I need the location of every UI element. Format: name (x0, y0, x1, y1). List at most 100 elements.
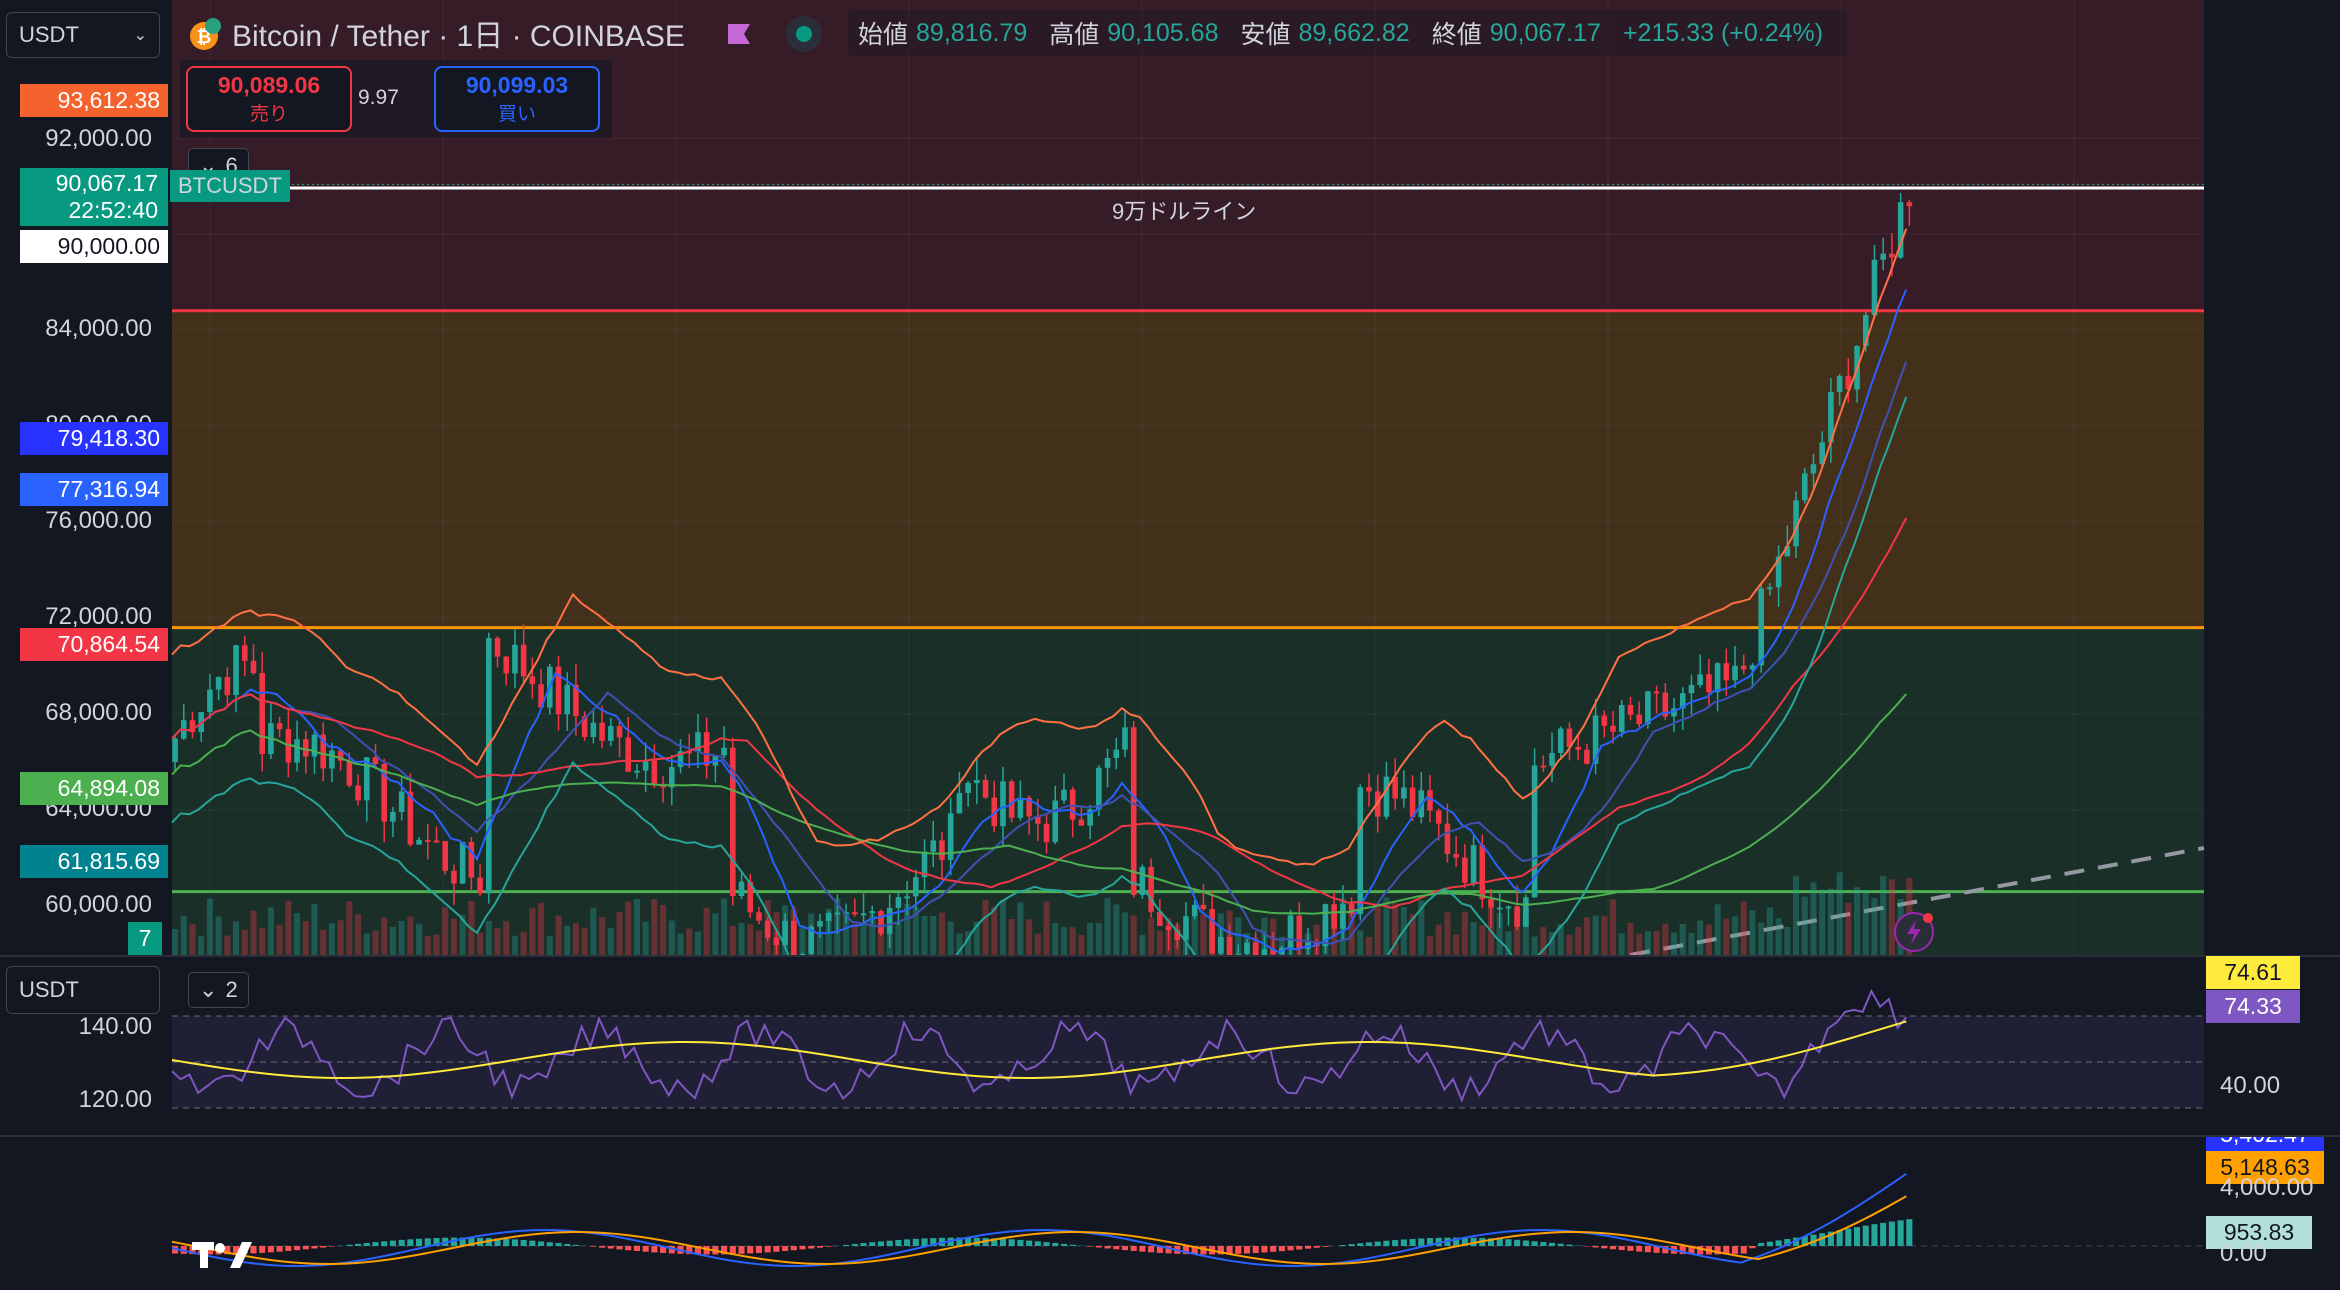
volume-bar (1792, 875, 1800, 955)
macd-histogram-bar (1008, 1239, 1015, 1246)
macd-histogram-bar (1618, 1246, 1625, 1251)
symbol-tag: BTCUSDT (170, 170, 290, 202)
macd-histogram-bar (808, 1246, 815, 1249)
volume-bar (599, 917, 606, 955)
volume-bar (1862, 890, 1869, 955)
candle-body (1008, 781, 1015, 818)
volume-bar (337, 920, 344, 955)
volume-bar (198, 936, 205, 955)
volume-bar (755, 930, 763, 955)
macd-histogram-bar (389, 1240, 396, 1246)
macd-histogram-bar (1365, 1242, 1373, 1246)
sell-button[interactable]: 90,089.06 売り (186, 66, 352, 132)
macd-histogram-bar (1827, 1231, 1834, 1246)
rsi-symbol-select[interactable]: USDT (6, 966, 160, 1014)
candle-body (1618, 704, 1625, 732)
buy-button[interactable]: 90,099.03 買い (434, 66, 600, 132)
macd-histogram-bar (1113, 1246, 1120, 1250)
candle-body (1706, 674, 1712, 693)
candle-body (1627, 704, 1634, 715)
macd-histogram-bar (677, 1246, 684, 1254)
candle-body (207, 689, 213, 713)
market-status-icon[interactable] (786, 16, 822, 52)
candle-body (799, 954, 806, 955)
rsi-indicators-collapse-button[interactable]: ⌄ 2 (188, 972, 249, 1008)
volume-bar (1121, 912, 1129, 955)
macd-histogram-bar (1688, 1246, 1695, 1255)
macd-histogram-bar (572, 1244, 579, 1246)
macd-histogram-bar (860, 1243, 867, 1246)
macd-histogram-bar (607, 1246, 614, 1249)
candle-body (1758, 588, 1764, 666)
candle-body (1366, 787, 1372, 792)
macd-histogram-bar (1217, 1246, 1224, 1255)
macd-histogram-bar (686, 1246, 693, 1255)
macd-histogram-bar (1592, 1246, 1599, 1248)
volume-bar (1444, 912, 1451, 955)
price-tag-orange-top: 93,612.38 (20, 84, 168, 117)
macd-histogram-bar (1853, 1227, 1861, 1246)
volume-bar (1636, 933, 1643, 955)
flag-icon[interactable] (724, 20, 756, 48)
lightning-icon[interactable] (1892, 910, 1936, 954)
macd-histogram-bar (1906, 1219, 1913, 1246)
candle-body (1549, 752, 1555, 766)
volume-bar (311, 903, 318, 955)
volume-bar (503, 921, 510, 955)
volume-bar (259, 927, 266, 955)
volume-bar (433, 934, 440, 955)
macd-histogram-bar (276, 1246, 283, 1252)
candle-body (1052, 800, 1059, 843)
volume-bar (328, 923, 335, 955)
macd-histogram-bar (633, 1246, 640, 1252)
candle-body (398, 791, 405, 813)
macd-histogram-bar (372, 1242, 379, 1246)
volume-bar (1644, 931, 1651, 955)
macd-histogram-bar (355, 1243, 362, 1246)
macd-histogram-bar (1819, 1233, 1826, 1246)
candle-body (1601, 715, 1608, 726)
macd-histogram-bar (921, 1238, 928, 1246)
symbol-currency-select[interactable]: USDT ⌄ (6, 12, 160, 58)
candle-body (608, 726, 614, 741)
candle-body (1340, 903, 1346, 929)
macd-histogram-bar (1496, 1238, 1503, 1246)
volume-bar (677, 933, 684, 955)
macd-histogram-bar (320, 1246, 327, 1248)
candle-body (860, 913, 867, 916)
macd-histogram-bar (546, 1242, 553, 1246)
macd-histogram-bar (494, 1238, 501, 1246)
macd-histogram-bar (755, 1246, 763, 1253)
volume-bar (1836, 872, 1843, 955)
volume-bar (302, 921, 309, 955)
macd-histogram-bar (267, 1246, 274, 1253)
candle-body (346, 760, 353, 786)
volume-bar (747, 924, 754, 955)
candle-body (616, 726, 623, 738)
volume-bar (1880, 875, 1887, 955)
macd-histogram-bar (1383, 1240, 1390, 1246)
macd-tag-partial: 5,402.47 (2206, 1137, 2324, 1151)
macd-histogram-bar (1278, 1246, 1285, 1252)
volume-bar (982, 900, 989, 955)
volume-bar (1583, 917, 1590, 955)
macd-histogram-bar (1662, 1246, 1669, 1254)
macd-histogram-bar (311, 1246, 318, 1249)
candle-body (1688, 684, 1695, 694)
macd-histogram-bar (1435, 1237, 1442, 1246)
candle-body (276, 723, 283, 730)
macd-histogram-bar (982, 1237, 989, 1246)
main-price-chart[interactable] (0, 0, 2340, 955)
macd-histogram-bar (1697, 1246, 1704, 1255)
candle-body (1287, 915, 1294, 948)
tradingview-logo-icon[interactable] (190, 1236, 254, 1272)
candle-body (1714, 663, 1721, 693)
macd-axis-label-4000: 4,000.00 (2220, 1174, 2314, 1201)
volume-bar (712, 913, 719, 955)
candle-body (477, 877, 483, 894)
candle-body (1479, 845, 1486, 900)
macd-histogram-bar (398, 1239, 405, 1246)
chart-title-bar[interactable]: Bitcoin / Tether · 1日 · COINBASE (232, 10, 685, 56)
macd-histogram-bar (1653, 1246, 1660, 1253)
volume-bar (1731, 916, 1739, 955)
